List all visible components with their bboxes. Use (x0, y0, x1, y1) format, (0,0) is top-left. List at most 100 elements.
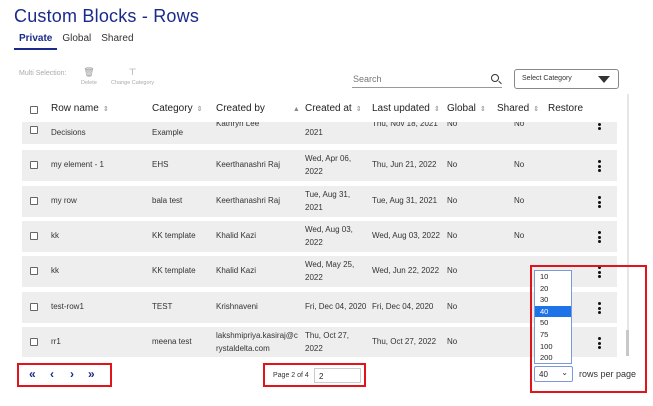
row-shared: No (514, 160, 525, 169)
sort-asc-icon: ▲ (292, 106, 300, 113)
row-shared: No (514, 231, 525, 240)
trash-icon: 🗑 (83, 67, 95, 77)
rows-option-30[interactable]: 30 (535, 294, 571, 306)
row-checkbox[interactable] (30, 126, 38, 134)
row-menu-icon[interactable] (598, 160, 601, 174)
page-indicator: Page 2 of 4 2 (263, 363, 366, 387)
row-created-at: Thu, Oct 27, (305, 331, 350, 340)
row-menu-icon[interactable] (598, 231, 601, 245)
row-created-by-line2: rystaldelta.com (216, 344, 270, 353)
row-name: rr1 (51, 337, 61, 346)
rows-per-page-value: 40 (539, 370, 548, 379)
prev-page-button[interactable]: ‹ (50, 367, 54, 381)
tab-global[interactable]: Global (57, 33, 96, 50)
rows-option-10[interactable]: 10 (535, 271, 571, 283)
row-last-updated: Fri, Dec 04, 2020 (372, 302, 434, 311)
row-shared: No (514, 122, 525, 128)
row-category: meena test (152, 337, 192, 346)
table-body: Decisions Example Kathryn Lee 2021 Thu, … (22, 122, 617, 357)
rows-option-75[interactable]: 75 (535, 329, 571, 341)
header-created-by[interactable]: Created by ▲ (216, 103, 300, 114)
change-category-label: Change Category (111, 80, 155, 86)
sort-icon: ⇕ (433, 106, 440, 113)
rows-option-20[interactable]: 20 (535, 283, 571, 295)
row-created-at-year: 2022 (305, 238, 323, 247)
tab-shared[interactable]: Shared (96, 33, 138, 50)
multi-selection-label: Multi Selection: (19, 70, 67, 77)
row-last-updated: Wed, Jun 22, 2022 (372, 266, 440, 275)
table-row[interactable]: rr1 meena test lakshmipriya.kasiraj@c ry… (22, 327, 617, 357)
table-row[interactable]: test-row1 TEST Krishnaveni Fri, Dec 04, … (22, 292, 617, 323)
row-created-at-year: 2022 (305, 167, 323, 176)
table-row[interactable]: kk KK template Khalid Kazi Wed, Aug 03, … (22, 221, 617, 252)
row-menu-icon[interactable] (598, 122, 601, 132)
search-icon[interactable] (491, 74, 499, 82)
row-name: kk (51, 231, 59, 240)
row-created-at: Fri, Dec 04, 2020 (305, 302, 367, 311)
rows-option-40[interactable]: 40 (535, 305, 571, 318)
header-shared[interactable]: Shared ⇕ (497, 103, 539, 114)
sort-icon: ⇕ (355, 106, 362, 113)
row-checkbox[interactable] (30, 338, 38, 346)
row-created-by: Kathryn Lee (216, 122, 260, 128)
search-input[interactable]: Search (352, 71, 502, 88)
row-last-updated: Tue, Aug 31, 2021 (372, 196, 438, 205)
row-created-at-year: 2022 (305, 344, 323, 353)
row-created-by: Keerthanashri Raj (216, 196, 281, 205)
table-row[interactable]: Decisions Example Kathryn Lee 2021 Thu, … (22, 122, 617, 144)
next-page-button[interactable]: › (70, 367, 74, 381)
table-header: Row name ⇕ Category ⇕ Created by ▲ Created … (22, 103, 617, 119)
row-category: TEST (152, 302, 173, 311)
row-category: Example (152, 128, 184, 137)
row-checkbox[interactable] (30, 232, 38, 240)
category-select-label: Select Category (522, 75, 572, 82)
change-category-button[interactable]: ⊤ Change Category (111, 67, 154, 86)
rows-option-100[interactable]: 100 (535, 341, 571, 353)
table-row[interactable]: my element - 1 EHS Keerthanashri Raj Wed… (22, 150, 617, 181)
rows-option-50[interactable]: 50 (535, 317, 571, 329)
row-checkbox[interactable] (30, 303, 38, 311)
row-created-by: Khalid Kazi (216, 266, 257, 275)
sort-icon: ⇕ (196, 106, 203, 113)
row-name: my row (51, 196, 77, 205)
row-menu-icon[interactable] (598, 196, 601, 210)
header-restore: Restore (548, 103, 584, 114)
rows-per-page-dropdown[interactable]: 10 20 30 40 50 75 100 200 (534, 270, 572, 364)
category-select[interactable]: Select Category (514, 69, 619, 89)
header-created-at[interactable]: Created at ⇕ (305, 103, 362, 114)
row-checkbox[interactable] (30, 267, 38, 275)
sort-icon: ⇕ (102, 106, 109, 113)
row-name: my element - 1 (51, 160, 104, 169)
sort-icon: ⇕ (479, 106, 486, 113)
table-row[interactable]: kk KK template Khalid Kazi Wed, May 25, … (22, 256, 617, 287)
row-created-by: Keerthanashri Raj (216, 160, 281, 169)
row-created-by: Krishnaveni (216, 302, 258, 311)
row-global: No (447, 122, 458, 128)
tab-private[interactable]: Private (14, 33, 58, 50)
row-checkbox[interactable] (30, 161, 38, 169)
row-created-by: Khalid Kazi (216, 231, 257, 240)
header-category[interactable]: Category ⇕ (152, 103, 202, 114)
page-number-input[interactable]: 2 (314, 368, 361, 383)
last-page-button[interactable]: » (88, 367, 95, 381)
row-global: No (447, 160, 458, 169)
header-row-name[interactable]: Row name ⇕ (51, 103, 109, 114)
sort-icon: ⇕ (533, 106, 540, 113)
row-created-at: Wed, Apr 06, (305, 154, 352, 163)
delete-button[interactable]: 🗑 Delete (81, 67, 97, 86)
rows-per-page-select[interactable]: 40 ⌄ (534, 366, 573, 382)
tab-bar: Private Global Shared (14, 33, 139, 50)
row-category: EHS (152, 160, 169, 169)
row-checkbox[interactable] (30, 197, 38, 205)
table-row[interactable]: my row bala test Keerthanashri Raj Tue, … (22, 186, 617, 217)
row-global: No (447, 337, 458, 346)
row-category: KK template (152, 231, 196, 240)
category-icon: ⊤ (128, 67, 137, 77)
select-all-checkbox[interactable] (30, 106, 38, 114)
header-last-updated[interactable]: Last updated ⇕ (372, 103, 440, 114)
first-page-button[interactable]: « (29, 367, 36, 381)
row-global: No (447, 266, 458, 275)
row-global: No (447, 302, 458, 311)
header-global[interactable]: Global ⇕ (447, 103, 486, 114)
rows-option-200[interactable]: 200 (535, 352, 571, 363)
